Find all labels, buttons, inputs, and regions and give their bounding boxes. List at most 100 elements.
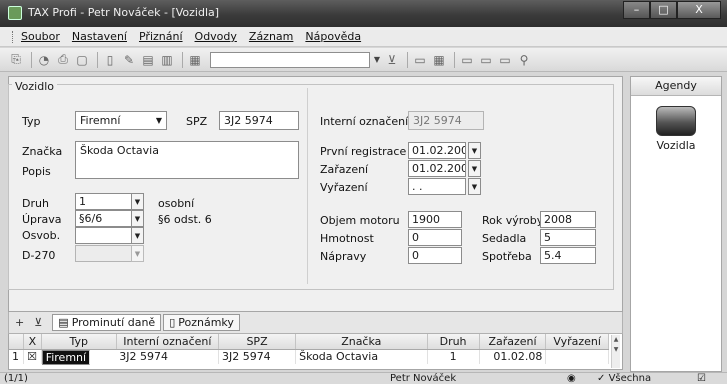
column-header-zarazeni[interactable]: Zařazení bbox=[479, 334, 547, 350]
column-header-druh[interactable]: Druh bbox=[427, 334, 480, 350]
popis-label: Popis bbox=[22, 165, 51, 178]
prvni-registrace-input[interactable]: 01.02.2008 bbox=[408, 142, 466, 159]
cell-druh[interactable]: 1 bbox=[427, 349, 480, 364]
table-row[interactable]: 1 ☒ Firemní 3J2 5974 3J2 5974 Škoda Octa… bbox=[9, 349, 609, 365]
toolbar-combo[interactable] bbox=[210, 51, 370, 68]
vyrazeni-calendar-icon[interactable]: ▼ bbox=[468, 178, 481, 195]
column-header-interni[interactable]: Interní označení bbox=[116, 334, 219, 350]
agendy-panel: Agendy Vozidla bbox=[630, 76, 722, 372]
napravy-label: Nápravy bbox=[320, 250, 367, 263]
prvni-registrace-calendar-icon[interactable]: ▼ bbox=[468, 142, 481, 159]
minimize-button[interactable]: – bbox=[623, 1, 650, 19]
chevron-down-icon[interactable]: ▼ bbox=[370, 52, 384, 68]
print-icon[interactable]: ⎙ bbox=[55, 52, 71, 68]
help-icon[interactable]: ⚲ bbox=[516, 52, 532, 68]
spotreba-input[interactable]: 5.4 bbox=[540, 247, 596, 264]
status-bar: (1/1) Petr Nováček ◉ ✓ Všechna ☑ bbox=[0, 372, 727, 384]
agendy-item-vozidla[interactable]: Vozidla bbox=[631, 139, 721, 152]
open-icon[interactable]: ⎘ bbox=[8, 52, 24, 68]
menu-bar: Soubor Nastavení Přiznání Odvody Záznam … bbox=[0, 27, 727, 47]
column-header-rownum[interactable] bbox=[9, 334, 25, 350]
save-icon[interactable]: ▤ bbox=[140, 52, 156, 68]
menu-nastaveni[interactable]: Nastavení bbox=[72, 30, 127, 43]
car-icon[interactable] bbox=[656, 106, 696, 136]
typ-value: Firemní bbox=[80, 114, 121, 127]
page-icon[interactable]: ▢ bbox=[74, 52, 90, 68]
status-filter[interactable]: ✓ Všechna bbox=[597, 373, 651, 384]
copy-icon[interactable]: ▥ bbox=[159, 52, 175, 68]
osvob-input[interactable] bbox=[75, 227, 135, 244]
view3-icon[interactable]: ▭ bbox=[497, 52, 513, 68]
close-button[interactable]: X bbox=[677, 1, 721, 19]
menu-napoveda[interactable]: Nápověda bbox=[305, 30, 361, 43]
d270-dropdown-icon: ▼ bbox=[131, 245, 144, 262]
uprava-dropdown-icon[interactable]: ▼ bbox=[131, 210, 144, 227]
zarazeni-input[interactable]: 01.02.2008 bbox=[408, 160, 466, 177]
table-icon: ▤ bbox=[58, 316, 69, 329]
osvob-dropdown-icon[interactable]: ▼ bbox=[131, 227, 144, 244]
objem-motoru-input[interactable]: 1900 bbox=[408, 211, 462, 228]
tab-prominuti-dane[interactable]: ▤ Prominutí daně bbox=[52, 314, 162, 331]
napravy-input[interactable]: 0 bbox=[408, 247, 462, 264]
d270-label: D-270 bbox=[22, 249, 56, 262]
filter-icon[interactable]: ⊻ bbox=[384, 52, 400, 68]
znacka-label: Značka bbox=[22, 145, 63, 158]
spz-input[interactable]: 3J2 5974 bbox=[219, 111, 299, 130]
uprava-description: §6 odst. 6 bbox=[158, 213, 212, 226]
column-header-vyrazeni[interactable]: Vyřazení bbox=[545, 334, 609, 350]
menu-odvody[interactable]: Odvody bbox=[195, 30, 237, 43]
rok-vyroby-label: Rok výroby bbox=[482, 214, 544, 227]
toolbar-separator bbox=[454, 51, 455, 68]
znacka-textarea[interactable]: Škoda Octavia bbox=[75, 141, 299, 179]
tab-poznamky[interactable]: ▯ Poznámky bbox=[163, 314, 240, 331]
menu-priznani[interactable]: Přiznání bbox=[139, 30, 183, 43]
sedadla-input[interactable]: 5 bbox=[540, 229, 596, 246]
hmotnost-input[interactable]: 0 bbox=[408, 229, 462, 246]
edit-icon[interactable]: ✎ bbox=[121, 52, 137, 68]
toolbar-separator bbox=[182, 51, 183, 68]
group-title: Vozidlo bbox=[12, 80, 57, 93]
check-icon: ☑ bbox=[697, 373, 706, 384]
preview-icon[interactable]: ◔ bbox=[36, 52, 52, 68]
grid-icon[interactable]: ▦ bbox=[431, 52, 447, 68]
column-header-spz[interactable]: SPZ bbox=[218, 334, 297, 350]
add-icon[interactable]: + bbox=[15, 316, 24, 329]
row-checkbox[interactable]: ☒ bbox=[23, 349, 42, 364]
cell-zarazeni[interactable]: 01.02.08 bbox=[479, 349, 547, 364]
menu-soubor[interactable]: Soubor bbox=[21, 30, 60, 43]
toolbar-separator bbox=[31, 51, 32, 68]
record-count: (1/1) bbox=[4, 373, 28, 384]
window-icon[interactable]: ▭ bbox=[412, 52, 428, 68]
grid-scrollbar[interactable]: ▲ ▼ bbox=[611, 335, 620, 368]
view1-icon[interactable]: ▭ bbox=[459, 52, 475, 68]
maximize-button[interactable]: □ bbox=[650, 1, 677, 19]
column-header-typ[interactable]: Typ bbox=[41, 334, 117, 350]
column-header-x[interactable]: X bbox=[23, 334, 42, 350]
cell-typ[interactable]: Firemní bbox=[41, 349, 91, 365]
window-controls: – □ X bbox=[623, 1, 721, 19]
vyrazeni-input[interactable]: . . bbox=[408, 178, 466, 195]
vyrazeni-label: Vyřazení bbox=[320, 181, 368, 194]
detail-tabstrip: + ⊻ ▤ Prominutí daně ▯ Poznámky bbox=[8, 312, 623, 334]
new-icon[interactable]: ▯ bbox=[102, 52, 118, 68]
view2-icon[interactable]: ▭ bbox=[478, 52, 494, 68]
title-bar: TAX Profi - Petr Nováček - [Vozidla] – □… bbox=[0, 0, 727, 27]
cell-interni[interactable]: 3J2 5974 bbox=[116, 349, 219, 364]
zarazeni-calendar-icon[interactable]: ▼ bbox=[468, 160, 481, 177]
cell-vyrazeni[interactable] bbox=[545, 349, 609, 364]
druh-input[interactable]: 1 bbox=[75, 193, 135, 210]
column-header-znacka[interactable]: Značka bbox=[295, 334, 428, 350]
uprava-input[interactable]: §6/6 bbox=[75, 210, 135, 227]
filter-icon[interactable]: ⊻ bbox=[34, 316, 42, 329]
spotreba-label: Spotřeba bbox=[482, 250, 532, 263]
tab-prominuti-dane-label: Prominutí daně bbox=[71, 316, 156, 329]
status-user: Petr Nováček bbox=[390, 373, 457, 384]
paste-icon[interactable]: ▦ bbox=[187, 52, 203, 68]
cell-spz[interactable]: 3J2 5974 bbox=[218, 349, 297, 364]
menu-zaznam[interactable]: Záznam bbox=[249, 30, 293, 43]
typ-select[interactable]: Firemní ▼ bbox=[75, 111, 167, 130]
rok-vyroby-input[interactable]: 2008 bbox=[540, 211, 596, 228]
objem-motoru-label: Objem motoru bbox=[320, 214, 400, 227]
cell-znacka[interactable]: Škoda Octavia bbox=[295, 349, 428, 364]
druh-dropdown-icon[interactable]: ▼ bbox=[131, 193, 144, 210]
